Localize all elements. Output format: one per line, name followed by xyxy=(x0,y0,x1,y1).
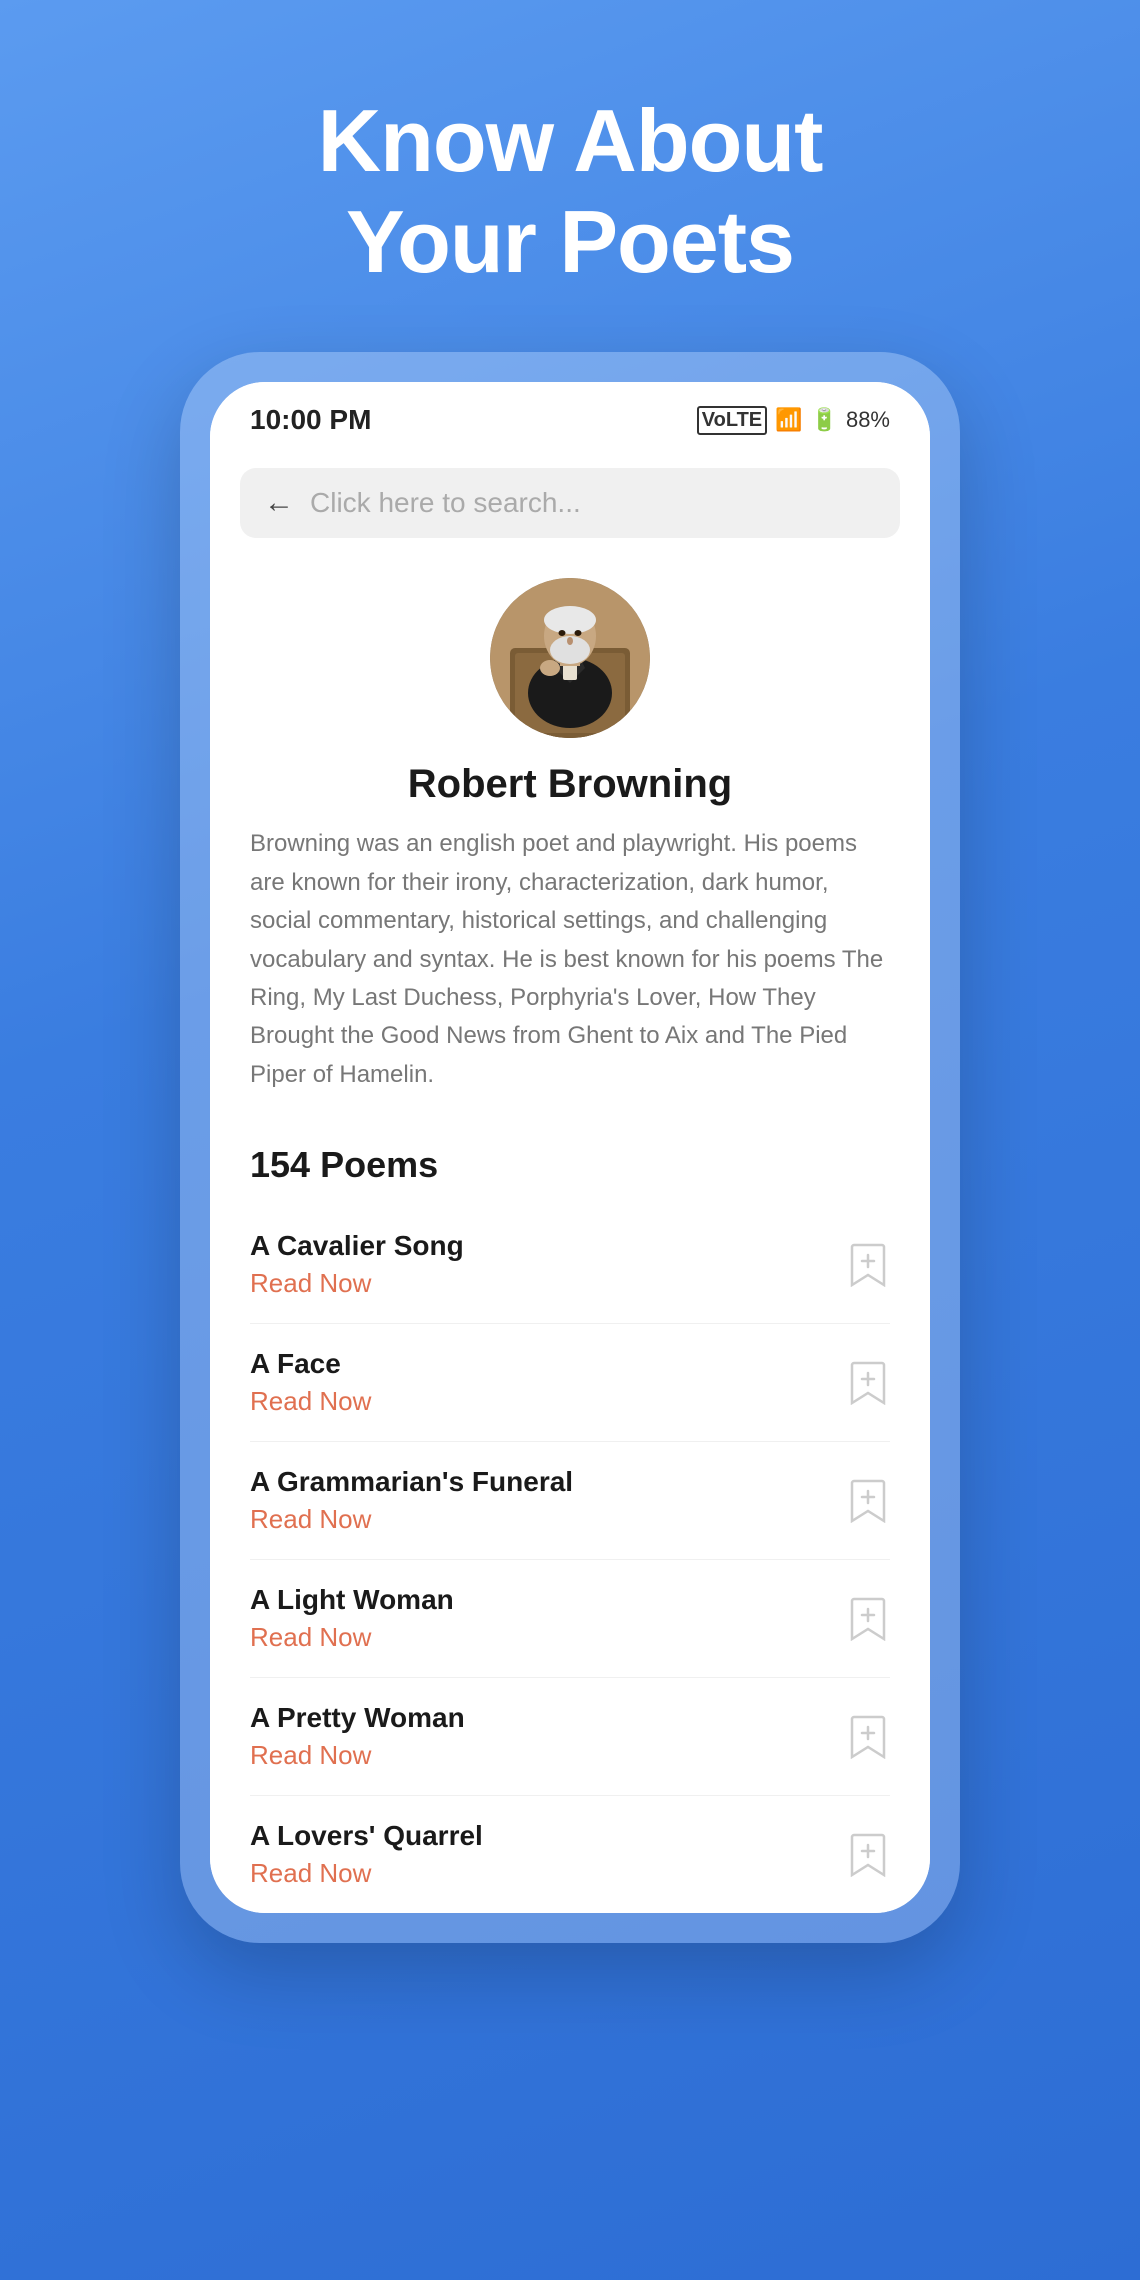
battery-icon: 🔋 xyxy=(811,407,838,433)
poem-title: A Light Woman xyxy=(250,1584,454,1616)
phone-inner: 10:00 PM VoLTE 📶 🔋 88% ← Click here to s… xyxy=(210,382,930,1913)
poem-title: A Grammarian's Funeral xyxy=(250,1466,573,1498)
poem-info: A Face Read Now xyxy=(250,1348,371,1417)
search-bar-container: ← Click here to search... xyxy=(210,450,930,538)
bookmark-icon[interactable] xyxy=(846,1476,890,1526)
back-button[interactable]: ← xyxy=(264,486,294,520)
status-icons: VoLTE 📶 🔋 88% xyxy=(697,406,890,435)
poem-read-button[interactable]: Read Now xyxy=(250,1622,454,1653)
poem-info: A Cavalier Song Read Now xyxy=(250,1230,464,1299)
poem-read-button[interactable]: Read Now xyxy=(250,1386,371,1417)
bookmark-icon[interactable] xyxy=(846,1830,890,1880)
poet-section: Robert Browning Browning was an english … xyxy=(210,538,930,1114)
poem-read-button[interactable]: Read Now xyxy=(250,1740,465,1771)
poet-bio: Browning was an english poet and playwri… xyxy=(250,825,890,1094)
signal-icon: 📶 xyxy=(775,407,802,433)
page-header: Know About Your Poets xyxy=(318,90,823,292)
header-line1: Know About xyxy=(318,91,823,190)
poem-info: A Pretty Woman Read Now xyxy=(250,1702,465,1771)
poems-count: 154 Poems xyxy=(250,1144,890,1186)
search-bar[interactable]: ← Click here to search... xyxy=(240,468,900,538)
search-input[interactable]: Click here to search... xyxy=(310,487,581,519)
poem-title: A Pretty Woman xyxy=(250,1702,465,1734)
poem-read-button[interactable]: Read Now xyxy=(250,1268,464,1299)
poem-title: A Face xyxy=(250,1348,371,1380)
poem-item: A Grammarian's Funeral Read Now xyxy=(250,1442,890,1560)
lte-icon: VoLTE xyxy=(697,406,767,435)
poem-title: A Lovers' Quarrel xyxy=(250,1820,483,1852)
bookmark-icon[interactable] xyxy=(846,1358,890,1408)
battery-percentage: 88% xyxy=(846,407,890,433)
poem-item: A Pretty Woman Read Now xyxy=(250,1678,890,1796)
poems-section: 154 Poems A Cavalier Song Read Now A Fac… xyxy=(210,1114,930,1913)
poet-name: Robert Browning xyxy=(408,762,732,807)
poem-info: A Light Woman Read Now xyxy=(250,1584,454,1653)
bookmark-icon[interactable] xyxy=(846,1712,890,1762)
poems-list: A Cavalier Song Read Now A Face Read Now xyxy=(250,1206,890,1913)
poem-info: A Grammarian's Funeral Read Now xyxy=(250,1466,573,1535)
poet-avatar xyxy=(490,578,650,738)
bookmark-icon[interactable] xyxy=(846,1594,890,1644)
poem-item: A Lovers' Quarrel Read Now xyxy=(250,1796,890,1913)
poem-item: A Face Read Now xyxy=(250,1324,890,1442)
bookmark-icon[interactable] xyxy=(846,1240,890,1290)
phone-frame: 10:00 PM VoLTE 📶 🔋 88% ← Click here to s… xyxy=(180,352,960,1943)
poem-read-button[interactable]: Read Now xyxy=(250,1858,483,1889)
poem-read-button[interactable]: Read Now xyxy=(250,1504,573,1535)
poem-title: A Cavalier Song xyxy=(250,1230,464,1262)
status-time: 10:00 PM xyxy=(250,404,371,436)
status-bar: 10:00 PM VoLTE 📶 🔋 88% xyxy=(210,382,930,450)
poem-info: A Lovers' Quarrel Read Now xyxy=(250,1820,483,1889)
poem-item: A Light Woman Read Now xyxy=(250,1560,890,1678)
header-line2: Your Poets xyxy=(346,192,794,291)
poem-item: A Cavalier Song Read Now xyxy=(250,1206,890,1324)
